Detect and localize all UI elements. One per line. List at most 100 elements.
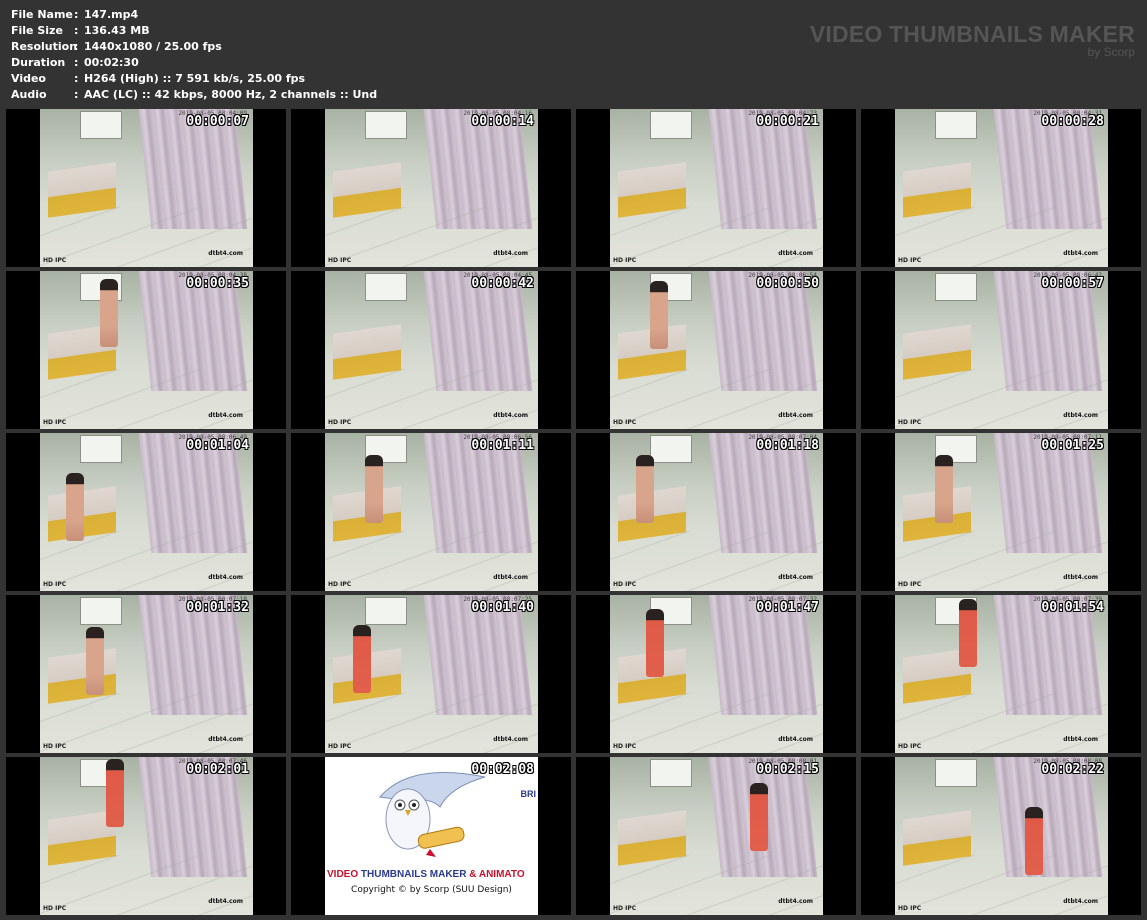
floor-image [40, 693, 253, 753]
camera-watermark: dtbt4.com [1063, 736, 1098, 743]
thumbnail[interactable]: 2019-08-05 08:08:08 HD IPC dtbt4.com 00:02:… [861, 757, 1141, 915]
info-row: Audio: AAC (LC) :: 42 kbps, 8000 Hz, 2 ch… [11, 87, 377, 103]
video-frame: 2019-08-05 08:06:42 HD IPC dtbt4.com 00:00:… [895, 271, 1108, 429]
camera-watermark: dtbt4.com [778, 250, 813, 257]
brand: VIDEO THUMBNAILS MAKER by Scorp [810, 20, 1135, 58]
video-frame: 2019-08-05 08:07:18 HD IPC dtbt4.com 00:01:… [40, 595, 253, 753]
camera-label: HD IPC [898, 743, 922, 750]
video-frame: 2019-08-05 08:06:54 HD IPC dtbt4.com 00:00:… [610, 271, 823, 429]
floor-image [895, 369, 1108, 429]
thumbnail[interactable]: 2019-08-05 08:08:01 HD IPC dtbt4.com 00:02:… [576, 757, 856, 915]
camera-watermark: dtbt4.com [778, 412, 813, 419]
timecode: 00:00:21 [756, 114, 819, 129]
thumbnail[interactable]: 2019-08-05 08:04:45 HD IPC dtbt4.com 00:00:… [291, 271, 571, 429]
person-figure [353, 625, 371, 693]
video-frame: 2019-08-05 08:07:39 HD IPC dtbt4.com 00:01:… [895, 595, 1108, 753]
floor-image [895, 693, 1108, 753]
timecode: 00:01:32 [186, 600, 249, 615]
video-frame: 2019-08-05 08:07:32 HD IPC dtbt4.com 00:01:… [610, 595, 823, 753]
info-value: AAC (LC) :: 42 kbps, 8000 Hz, 2 channels… [84, 88, 378, 101]
floor-image [610, 531, 823, 591]
camera-label: HD IPC [328, 743, 352, 750]
thumbnail[interactable]: 2019-08-05 08:04:09 HD IPC dtbt4.com 00:00:… [6, 109, 286, 267]
thumbnail[interactable]: 2019-08-05 08:07:46 HD IPC dtbt4.com 00:02:… [6, 757, 286, 915]
video-frame: 2019-08-05 08:07:04 HD IPC dtbt4.com 00:01:… [610, 433, 823, 591]
camera-watermark: dtbt4.com [778, 574, 813, 581]
thumbnail[interactable]: 2019-08-05 08:06:42 HD IPC dtbt4.com 00:00:… [861, 271, 1141, 429]
thumbnail[interactable]: 2019-08-05 08:06:49 HD IPC dtbt4.com 00:01:… [6, 433, 286, 591]
header: File Name:147.mp4 File Size:136.43 MB Reso… [0, 0, 1147, 108]
info-value: 136.43 MB [84, 24, 150, 37]
thumbnail[interactable]: 2019-08-05 08:04:16 HD IPC dtbt4.com 00:00:… [291, 109, 571, 267]
floor-image [325, 207, 538, 267]
file-info: File Name:147.mp4 File Size:136.43 MB Reso… [11, 7, 377, 103]
video-frame: 2019-08-05 08:07:25 HD IPC dtbt4.com 00:01:… [325, 595, 538, 753]
video-frame: 2019-08-05 08:06:56 HD IPC dtbt4.com 00:01:… [325, 433, 538, 591]
person-figure [106, 759, 124, 827]
camera-watermark: dtbt4.com [208, 736, 243, 743]
thumbnail[interactable]: 2019-08-05 08:04:23 HD IPC dtbt4.com 00:00:… [576, 109, 856, 267]
timecode: 00:01:11 [471, 438, 534, 453]
person-figure [935, 455, 953, 523]
timecode: 00:00:42 [471, 276, 534, 291]
info-row: Duration:00:02:30 [11, 55, 377, 71]
window-image [365, 273, 407, 301]
person-figure [100, 279, 118, 347]
timecode: 00:00:50 [756, 276, 819, 291]
timecode: 00:00:28 [1041, 114, 1104, 129]
camera-label: HD IPC [898, 581, 922, 588]
video-frame: 2019-08-05 08:07:46 HD IPC dtbt4.com 00:02:… [40, 757, 253, 915]
camera-label: HD IPC [613, 743, 637, 750]
floor-image [325, 369, 538, 429]
info-label: Resolution [11, 40, 78, 53]
camera-watermark: dtbt4.com [778, 736, 813, 743]
camera-label: HD IPC [613, 257, 637, 264]
info-separator: : [74, 56, 79, 69]
window-image [80, 435, 122, 463]
thumbnail-grid: 2019-08-05 08:04:09 HD IPC dtbt4.com 00:00:… [6, 109, 1141, 917]
thumbnail[interactable]: 2019-08-05 08:07:32 HD IPC dtbt4.com 00:01:… [576, 595, 856, 753]
video-frame: 2019-08-05 08:06:49 HD IPC dtbt4.com 00:01:… [40, 433, 253, 591]
info-separator: : [74, 88, 79, 101]
floor-image [325, 531, 538, 591]
floor-image [610, 855, 823, 915]
person-figure [86, 627, 104, 695]
logo-copyright: Copyright © by Scorp (SUU Design) [351, 885, 512, 895]
person-figure [650, 281, 668, 349]
video-frame: 2019-08-05 08:04:23 HD IPC dtbt4.com 00:00:… [610, 109, 823, 267]
info-value: 147.mp4 [84, 8, 139, 21]
owl-logo-icon [379, 772, 486, 857]
thumbnail[interactable]: BRI VIDEO THUMBNAILS MAKER & ANIMATO Copyr… [291, 757, 571, 915]
thumbnail[interactable]: 2019-08-05 08:07:11 HD IPC dtbt4.com 00:01:… [861, 433, 1141, 591]
camera-label: HD IPC [898, 419, 922, 426]
logo-title: VIDEO THUMBNAILS MAKER & ANIMATO [325, 869, 538, 880]
thumbnail[interactable]: 2019-08-05 08:07:18 HD IPC dtbt4.com 00:01:… [6, 595, 286, 753]
camera-label: HD IPC [43, 419, 67, 426]
logo-side-text: BRI [520, 789, 537, 799]
thumbnail[interactable]: 2019-08-05 08:07:25 HD IPC dtbt4.com 00:01:… [291, 595, 571, 753]
window-image [80, 597, 122, 625]
floor-image [895, 531, 1108, 591]
window-image [935, 111, 977, 139]
video-frame: 2019-08-05 08:04:45 HD IPC dtbt4.com 00:00:… [325, 271, 538, 429]
floor-image [40, 855, 253, 915]
thumbnail[interactable]: 2019-08-05 08:07:04 HD IPC dtbt4.com 00:01:… [576, 433, 856, 591]
camera-watermark: dtbt4.com [493, 250, 528, 257]
thumbnail[interactable]: 2019-08-05 08:04:31 HD IPC dtbt4.com 00:00:… [861, 109, 1141, 267]
info-value: H264 (High) :: 7 591 kb/s, 25.00 fps [84, 72, 306, 85]
timecode: 00:00:07 [186, 114, 249, 129]
floor-image [40, 369, 253, 429]
info-separator: : [74, 8, 79, 21]
window-image [650, 759, 692, 787]
camera-watermark: dtbt4.com [1063, 250, 1098, 257]
info-row: Video: H264 (High) :: 7 591 kb/s, 25.00 f… [11, 71, 377, 87]
thumbnail[interactable]: 2019-08-05 08:06:56 HD IPC dtbt4.com 00:01:… [291, 433, 571, 591]
camera-label: HD IPC [898, 905, 922, 912]
thumbnail[interactable]: 2019-08-05 08:07:39 HD IPC dtbt4.com 00:01:… [861, 595, 1141, 753]
thumbnail[interactable]: 2019-08-05 08:04:38 HD IPC dtbt4.com 00:00:… [6, 271, 286, 429]
camera-label: HD IPC [43, 743, 67, 750]
camera-label: HD IPC [328, 257, 352, 264]
camera-label: HD IPC [613, 581, 637, 588]
thumbnail[interactable]: 2019-08-05 08:06:54 HD IPC dtbt4.com 00:00:… [576, 271, 856, 429]
video-frame: 2019-08-05 08:07:11 HD IPC dtbt4.com 00:01:… [895, 433, 1108, 591]
